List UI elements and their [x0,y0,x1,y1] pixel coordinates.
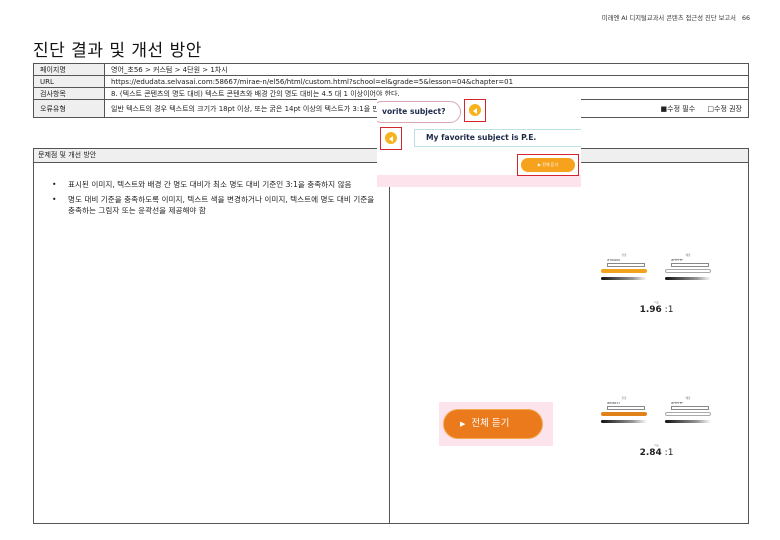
report-header: 미래엔 AI 디지털교과서 콘텐츠 접근성 진단 보고서 66 [602,13,750,22]
contrast-ratio: 1.96 :1 [598,305,715,315]
info-label: 오류유형 [33,99,105,118]
ratio-label: 비율 [654,301,659,304]
issue-list: 표시된 이미지, 텍스트와 배경 간 명도 대비가 최소 명도 대비 기준인 3… [52,179,377,217]
screenshot-before: vorite subject? My favorite subject is P… [377,96,581,187]
contrast-ratio: 2.84 :1 [598,448,715,458]
background-pane: 배경 #FFFFFF [662,253,714,299]
required-label: ■수정 필수 [660,104,696,113]
info-label: URL [33,75,105,88]
ratio-value: 1.96 [639,305,662,315]
ratio-suffix: :1 [664,448,674,458]
fg-input [607,406,645,410]
fg-hex: #784000 [607,258,621,262]
fix-level: ■수정 필수 □수정 권장 [651,104,742,114]
screenshot-after: ▶ 전체 듣기 [439,402,553,446]
bg-input [671,263,709,267]
contrast-checker: 전경 #784000 배경 #FFFFFF 비율 1.96 :1 [598,253,715,315]
fg-slider [601,269,647,273]
fg-gradient [601,420,647,423]
info-label: 페이지명 [33,63,105,76]
contrast-checker: 전경 #E08217 배경 #FFFFFF 비율 2.84 :1 [598,396,715,458]
url-value: https://edudata.selvasai.com:58667/mirae… [104,75,749,88]
info-row-url: URL https://edudata.selvasai.com:58667/m… [33,75,749,88]
fg-hex: #E08217 [607,401,621,405]
listen-all-button: ▶ 전체 듣기 [521,158,575,172]
fg-input [607,263,645,267]
bg-hex: #FFFFFF [671,401,683,405]
bg-gradient [665,277,711,280]
issue-description: 표시된 이미지, 텍스트와 배경 간 명도 대비가 최소 명도 대비 기준인 3… [34,163,390,523]
page-title: 진단 결과 및 개선 방안 [33,41,202,61]
bg-input [671,406,709,410]
issue-section: 문제점 및 개선 방안 표시된 이미지, 텍스트와 배경 간 명도 대비가 최소… [33,148,749,524]
ratio-value: 2.84 [639,448,662,458]
report-title: 미래엔 AI 디지털교과서 콘텐츠 접근성 진단 보고서 [601,15,736,22]
screenshot-canvas: vorite subject? My favorite subject is P… [377,96,581,176]
info-row-page: 페이지명 영어_초56 > 커스텀 > 4단원 > 1차시 [33,63,749,76]
speaker-icon [468,103,482,117]
bg-gradient [665,420,711,423]
answer-bubble: My favorite subject is P.E. [414,129,581,147]
foreground-pane: 전경 #E08217 [598,396,650,442]
listen-all-label: 전체 듣기 [471,418,510,429]
recommended-label: □수정 권장 [707,104,742,113]
foreground-pane: 전경 #784000 [598,253,650,299]
play-icon: ▶ [460,420,466,428]
listen-all-button: ▶ 전체 듣기 [443,409,543,439]
fg-slider [601,412,647,416]
issue-bullet: 명도 대비 기준을 충족하도록 이미지, 텍스트 색을 변경하거나 이미지, 텍… [52,194,377,217]
bg-hex: #FFFFFF [671,258,683,262]
bg-slider [665,269,711,273]
page-number: 66 [741,15,750,22]
info-value: 영어_초56 > 커스텀 > 4단원 > 1차시 [104,63,749,76]
speaker-icon [384,131,398,145]
background-pane: 배경 #FFFFFF [662,396,714,442]
fg-gradient [601,277,647,280]
info-label: 검사항목 [33,87,105,100]
bg-slider [665,412,711,416]
ratio-label: 비율 [654,444,659,447]
question-bubble: vorite subject? [377,101,461,123]
issue-bullet: 표시된 이미지, 텍스트와 배경 간 명도 대비가 최소 명도 대비 기준인 3… [52,179,377,191]
ratio-suffix: :1 [664,305,674,315]
